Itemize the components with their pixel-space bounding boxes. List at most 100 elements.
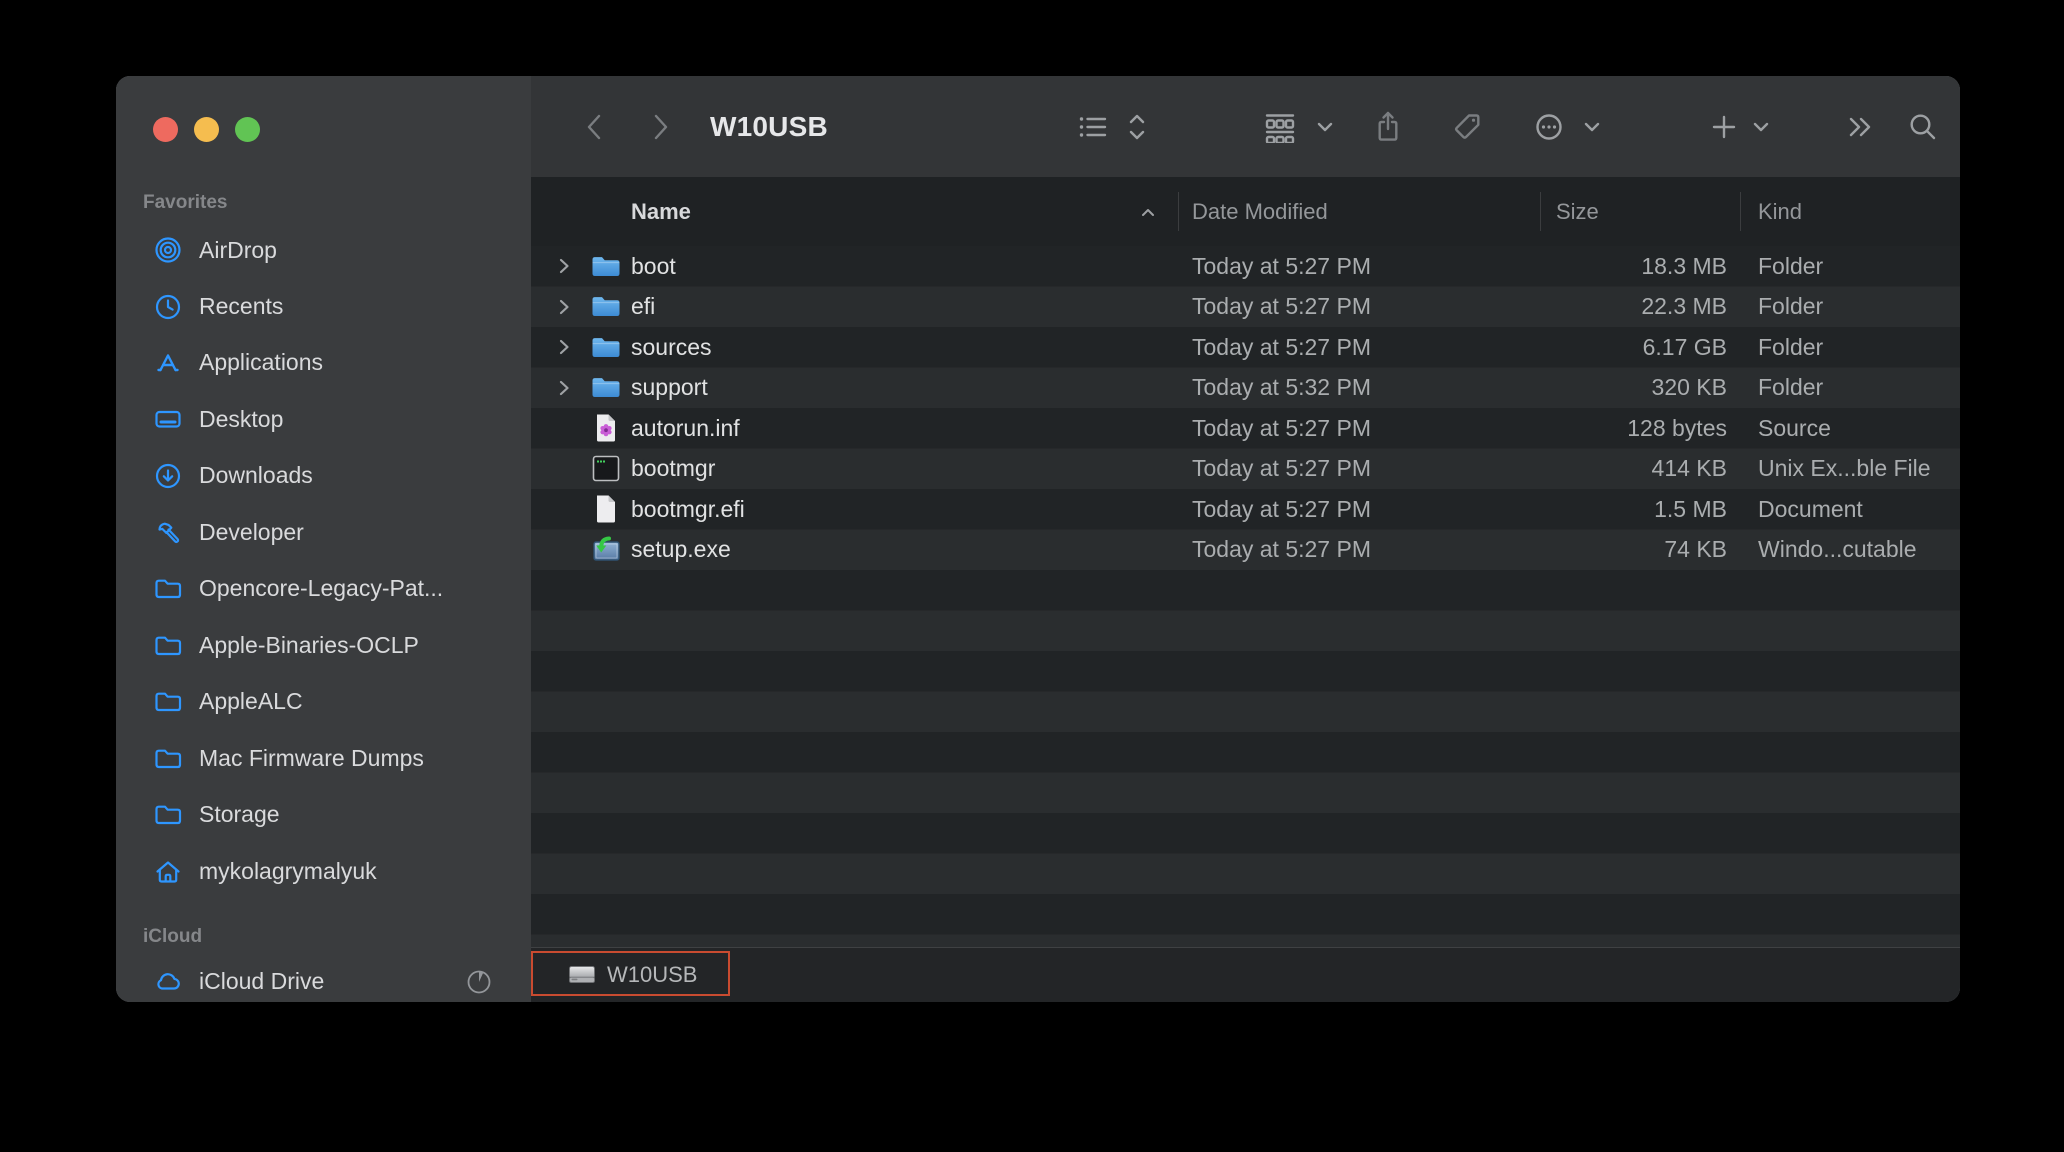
file-row-support[interactable]: support Today at 5:32 PM 320 KB Folder — [531, 368, 1960, 409]
sidebar-item-label: Opencore-Legacy-Pat... — [199, 575, 444, 601]
disclosure-chevron-icon[interactable] — [559, 299, 575, 315]
file-kind: Unix Ex...ble File — [1758, 455, 1931, 482]
sort-stepper-icon[interactable] — [1127, 111, 1147, 143]
chevron-down-icon[interactable] — [1315, 117, 1335, 137]
file-kind: Folder — [1758, 374, 1824, 401]
windows-executable-icon — [591, 535, 621, 565]
airdrop-icon — [152, 235, 184, 267]
file-kind: Windo...cutable — [1758, 536, 1917, 563]
close-button[interactable] — [153, 117, 178, 142]
tag-icon[interactable] — [1451, 111, 1483, 143]
chevron-down-icon[interactable] — [1582, 117, 1602, 137]
search-icon[interactable] — [1907, 111, 1939, 143]
file-kind: Source — [1758, 414, 1831, 441]
disclosure-chevron-icon[interactable] — [559, 339, 575, 355]
disclosure-chevron-icon[interactable] — [559, 258, 575, 274]
list-header: Name Date Modified Size Kind — [531, 177, 1960, 247]
sidebar-item-developer[interactable]: Developer — [130, 510, 521, 555]
sidebar-item-icloud-drive[interactable]: iCloud Drive — [130, 959, 521, 1002]
share-icon[interactable] — [1373, 110, 1403, 144]
file-size: 128 bytes — [1627, 414, 1727, 441]
column-header-size[interactable]: Size — [1556, 177, 1599, 246]
forward-button[interactable] — [650, 110, 672, 144]
column-header-kind[interactable]: Kind — [1758, 177, 1802, 246]
sidebar-item-label: Developer — [199, 519, 304, 545]
group-by-icon[interactable] — [1263, 111, 1297, 143]
sidebar-item-home[interactable]: mykolagrymalyuk — [130, 849, 521, 894]
file-name: bootmgr — [631, 455, 716, 482]
sidebar-section-favorites: Favorites — [143, 192, 228, 213]
toolbar-overflow-icon[interactable] — [1847, 112, 1875, 142]
column-header-date-modified[interactable]: Date Modified — [1192, 177, 1328, 246]
file-date: Today at 5:27 PM — [1192, 536, 1371, 563]
column-divider[interactable] — [1178, 192, 1179, 231]
file-row-efi[interactable]: efi Today at 5:27 PM 22.3 MB Folder — [531, 287, 1960, 328]
more-actions-icon[interactable] — [1533, 111, 1565, 143]
sidebar-item-recents[interactable]: Recents — [130, 284, 521, 329]
column-divider[interactable] — [1540, 192, 1541, 231]
file-date: Today at 5:27 PM — [1192, 252, 1371, 279]
folder-icon — [591, 373, 621, 403]
file-date: Today at 5:27 PM — [1192, 455, 1371, 482]
sidebar-item-applealc[interactable]: AppleALC — [130, 679, 521, 724]
file-date: Today at 5:27 PM — [1192, 414, 1371, 441]
folder-icon — [152, 743, 184, 775]
sidebar-item-mac-firmware-dumps[interactable]: Mac Firmware Dumps — [130, 736, 521, 781]
file-kind: Folder — [1758, 333, 1824, 360]
cloud-icon — [152, 966, 184, 998]
sidebar: Favorites AirDrop Recents Applications D… — [116, 76, 532, 1002]
sidebar-item-label: Mac Firmware Dumps — [199, 745, 424, 771]
hammer-icon — [152, 517, 184, 549]
minimize-button[interactable] — [194, 117, 219, 142]
file-size: 320 KB — [1651, 374, 1727, 401]
file-row-bootmgr[interactable]: bootmgr Today at 5:27 PM 414 KB Unix Ex.… — [531, 449, 1960, 490]
file-row-bootmgr-efi[interactable]: bootmgr.efi Today at 5:27 PM 1.5 MB Docu… — [531, 489, 1960, 530]
volume-breadcrumb-item[interactable]: W10USB — [567, 948, 697, 1002]
inf-source-file-icon — [591, 413, 621, 443]
file-kind: Folder — [1758, 252, 1824, 279]
folder-icon — [152, 686, 184, 718]
sidebar-item-label: mykolagrymalyuk — [199, 858, 377, 884]
sidebar-section-icloud: iCloud — [143, 926, 203, 947]
file-row-autorun-inf[interactable]: autorun.inf Today at 5:27 PM 128 bytes S… — [531, 408, 1960, 449]
folder-icon — [152, 573, 184, 605]
add-icon[interactable] — [1710, 113, 1738, 141]
column-header-name[interactable]: Name — [631, 177, 691, 246]
chevron-down-icon[interactable] — [1751, 117, 1771, 137]
list-view-icon[interactable] — [1077, 112, 1109, 142]
sidebar-item-opencore-legacy-patcher[interactable]: Opencore-Legacy-Pat... — [130, 566, 521, 611]
column-divider[interactable] — [1740, 192, 1741, 231]
file-name: boot — [631, 252, 676, 279]
app-store-a-icon — [152, 347, 184, 379]
zoom-button[interactable] — [235, 117, 260, 142]
sidebar-item-apple-binaries-oclp[interactable]: Apple-Binaries-OCLP — [130, 623, 521, 668]
file-list: boot Today at 5:27 PM 18.3 MB Folder efi… — [531, 246, 1960, 948]
window-title: W10USB — [710, 110, 828, 142]
download-circle-icon — [152, 460, 184, 492]
sidebar-item-airdrop[interactable]: AirDrop — [130, 228, 521, 273]
file-row-boot[interactable]: boot Today at 5:27 PM 18.3 MB Folder — [531, 246, 1960, 287]
disclosure-chevron-icon[interactable] — [559, 380, 575, 396]
file-date: Today at 5:27 PM — [1192, 495, 1371, 522]
folder-icon — [152, 630, 184, 662]
clock-icon — [152, 291, 184, 323]
sidebar-item-label: AppleALC — [199, 688, 303, 714]
sidebar-item-storage[interactable]: Storage — [130, 792, 521, 837]
file-size: 1.5 MB — [1654, 495, 1727, 522]
file-name: autorun.inf — [631, 414, 740, 441]
desktop-icon — [152, 404, 184, 436]
sidebar-item-downloads[interactable]: Downloads — [130, 453, 521, 498]
file-size: 22.3 MB — [1641, 293, 1727, 320]
toolbar: W10USB — [531, 76, 1960, 178]
file-name: setup.exe — [631, 536, 731, 563]
folder-icon — [591, 251, 621, 281]
volume-label: W10USB — [607, 962, 698, 987]
status-bar: W10USB — [531, 947, 1960, 1002]
sidebar-item-desktop[interactable]: Desktop — [130, 397, 521, 442]
sidebar-item-applications[interactable]: Applications — [130, 340, 521, 385]
document-icon — [591, 494, 621, 524]
file-row-sources[interactable]: sources Today at 5:27 PM 6.17 GB Folder — [531, 327, 1960, 368]
folder-icon — [591, 292, 621, 322]
back-button[interactable] — [583, 110, 605, 144]
file-row-setup-exe[interactable]: setup.exe Today at 5:27 PM 74 KB Windo..… — [531, 530, 1960, 571]
